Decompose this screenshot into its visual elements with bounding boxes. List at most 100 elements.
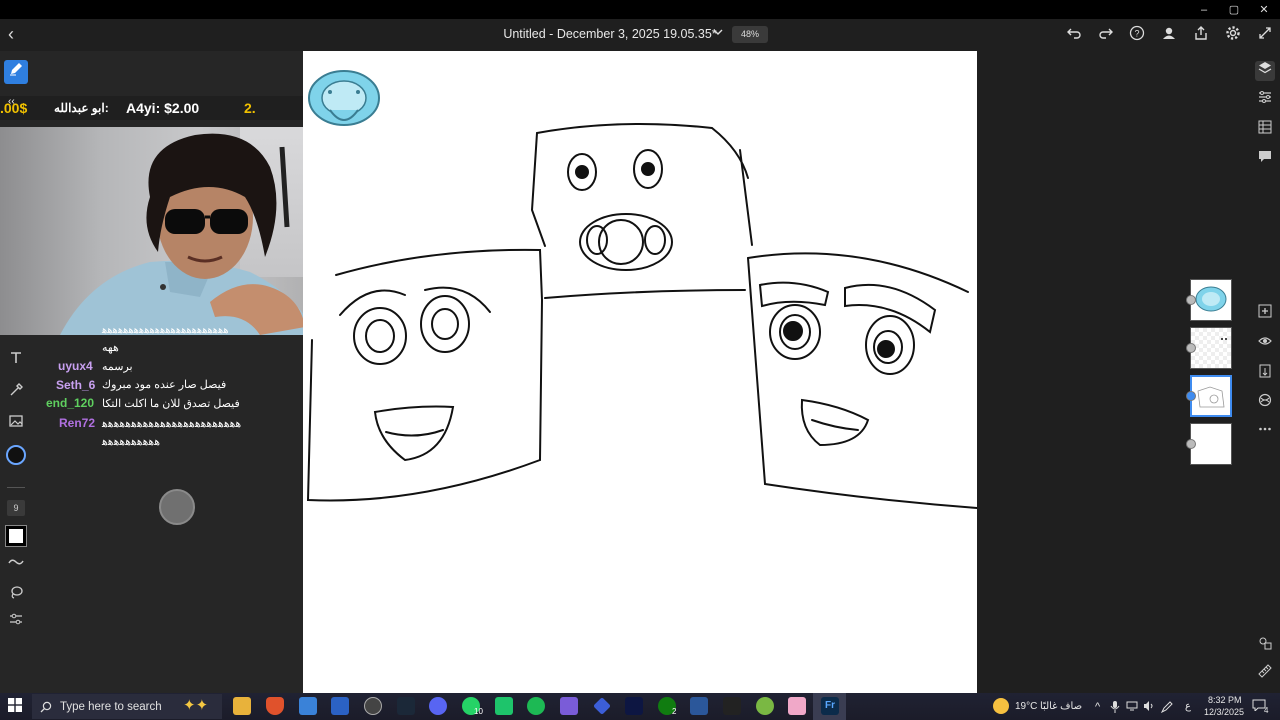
search-icon — [40, 701, 52, 712]
brush-size[interactable]: 9 — [7, 500, 25, 516]
weather-temp[interactable]: 19°C — [1015, 701, 1037, 712]
document-title[interactable]: Untitled - December 3, 2025 19.05.35* — [470, 27, 750, 41]
layer-visibility-dot[interactable] — [1186, 439, 1196, 449]
chat-message: ههه — [102, 342, 119, 354]
comment-icon[interactable] — [1255, 149, 1275, 169]
box-character-right — [747, 252, 978, 509]
chat-message: فيصل تصدق للان ما اكلت التكا — [102, 398, 240, 410]
app-icon[interactable] — [495, 697, 513, 715]
input-language[interactable]: ع — [1185, 701, 1191, 712]
chevron-up-icon[interactable]: ^ — [1095, 701, 1100, 713]
share-icon[interactable] — [1191, 25, 1211, 45]
ruler-icon[interactable] — [1255, 664, 1275, 684]
text-tool-icon[interactable] — [4, 349, 28, 373]
network-icon[interactable] — [1126, 701, 1138, 714]
app-icon[interactable] — [625, 697, 643, 715]
donation-amount: 2. — [244, 100, 256, 116]
restore-button[interactable]: ▢ — [1218, 0, 1250, 19]
windows-start-icon[interactable] — [8, 698, 24, 714]
gamepad-icon[interactable] — [560, 697, 578, 715]
fresco-icon[interactable]: Fr — [821, 697, 839, 715]
color-swatch[interactable] — [6, 445, 26, 465]
discord-icon[interactable] — [429, 697, 447, 715]
shapes-icon[interactable] — [1255, 636, 1275, 656]
back-button[interactable]: ‹ — [8, 25, 24, 45]
smoothing-icon[interactable] — [4, 553, 28, 577]
xbox-badge: 2 — [672, 707, 677, 716]
chat-message: ﻫﻫﻫﻫﻫﻫﻫﻫﻫﻫﻫﻫﻫﻫﻫﻫﻫﻫﻫﻫﻫﻫﻫﻫ — [102, 418, 242, 430]
eyedropper-icon[interactable] — [4, 381, 28, 405]
file-explorer-icon[interactable] — [233, 697, 251, 715]
fullscreen-icon[interactable] — [1255, 25, 1275, 45]
adjustments-icon[interactable] — [1255, 90, 1275, 110]
settings-icon[interactable] — [1223, 25, 1243, 45]
webcam-feed — [0, 127, 336, 335]
chat-message: برسمه — [102, 361, 133, 373]
weather-text[interactable]: صاف غالبًا — [1040, 701, 1082, 712]
obs-icon[interactable] — [364, 697, 382, 715]
layer-thumbnail[interactable] — [1190, 279, 1232, 321]
app-icon[interactable] — [788, 697, 806, 715]
layers-icon[interactable] — [1255, 61, 1275, 81]
app-icon[interactable] — [756, 697, 774, 715]
box-character-left — [306, 248, 544, 502]
whatsapp-badge: 10 — [474, 707, 483, 716]
chat-username: end_120 — [46, 396, 95, 410]
edge-icon[interactable] — [331, 697, 349, 715]
layer-thumbnail-selected[interactable] — [1190, 375, 1232, 417]
search-placeholder: Type here to search — [60, 700, 162, 713]
sparkle-icon[interactable]: ✦✦ — [183, 696, 208, 714]
lasso-icon[interactable] — [4, 583, 28, 607]
brave-icon[interactable] — [266, 697, 284, 715]
layer-visibility-dot[interactable] — [1186, 295, 1196, 305]
box-character-top — [530, 123, 753, 299]
layer-properties-icon[interactable] — [1255, 393, 1275, 413]
minimize-button[interactable]: – — [1188, 0, 1220, 19]
undo-icon[interactable] — [1064, 25, 1084, 45]
secondary-color-swatch[interactable] — [5, 525, 27, 547]
chevron-down-icon[interactable] — [712, 26, 724, 41]
help-icon[interactable]: ? — [1127, 25, 1147, 45]
add-layer-icon[interactable] — [1255, 304, 1275, 324]
layer-thumbnail[interactable] — [1190, 423, 1232, 465]
steam-icon[interactable] — [397, 697, 415, 715]
record-indicator — [159, 489, 195, 525]
chat-message: فيصل صار عنده مود مبروك — [102, 379, 227, 391]
drawing-canvas[interactable] — [303, 51, 978, 693]
layer-visibility-dot[interactable] — [1186, 343, 1196, 353]
notification-count: 4 — [1264, 706, 1269, 715]
merge-layer-icon[interactable] — [1255, 364, 1275, 384]
more-options-icon[interactable] — [1255, 422, 1275, 442]
weather-icon[interactable] — [993, 698, 1009, 714]
spotify-icon[interactable] — [527, 697, 545, 715]
redo-icon[interactable] — [1096, 25, 1116, 45]
svg-text:?: ? — [1134, 29, 1139, 39]
eye-icon[interactable] — [1255, 334, 1275, 354]
os-title-strip — [0, 0, 1280, 19]
donation-entry: A4yi: $2.00 — [126, 100, 200, 116]
clock-time[interactable]: 8:32 PM — [1208, 695, 1242, 705]
layer-thumbnail[interactable] — [1190, 327, 1232, 369]
grid-icon[interactable] — [1255, 120, 1275, 140]
word-icon[interactable] — [690, 697, 708, 715]
zoom-level[interactable]: 48% — [732, 26, 768, 43]
chat-username: uyux4 — [58, 359, 93, 373]
account-icon[interactable] — [1159, 25, 1179, 45]
adjust-tool-icon[interactable] — [4, 610, 28, 634]
close-button[interactable]: ✕ — [1248, 0, 1280, 19]
pen-icon[interactable] — [1160, 701, 1173, 716]
clock-date[interactable]: 12/3/2025 — [1204, 707, 1244, 717]
volume-icon[interactable] — [1143, 701, 1155, 714]
xp-pen-icon[interactable] — [723, 697, 741, 715]
donation-name: ابو عبدالله: — [54, 101, 109, 115]
chevron-left-icon: ‹‹ — [8, 96, 15, 107]
layer-visibility-dot[interactable] — [1186, 391, 1196, 401]
canvas-drawing — [306, 70, 978, 509]
divider — [7, 487, 25, 488]
pen-tool-icon[interactable] — [4, 60, 28, 84]
pacifier-sticker — [308, 70, 380, 126]
image-tool-icon[interactable] — [4, 412, 28, 436]
store-icon[interactable] — [299, 697, 317, 715]
chat-message: ﻫﻫﻫﻫﻫﻫﻫﻫﻫﻫﻫﻫﻫﻫﻫﻫﻫﻫﻫﻫﻫﻫﻫﻫ — [102, 325, 229, 336]
microphone-icon[interactable] — [1110, 701, 1120, 716]
